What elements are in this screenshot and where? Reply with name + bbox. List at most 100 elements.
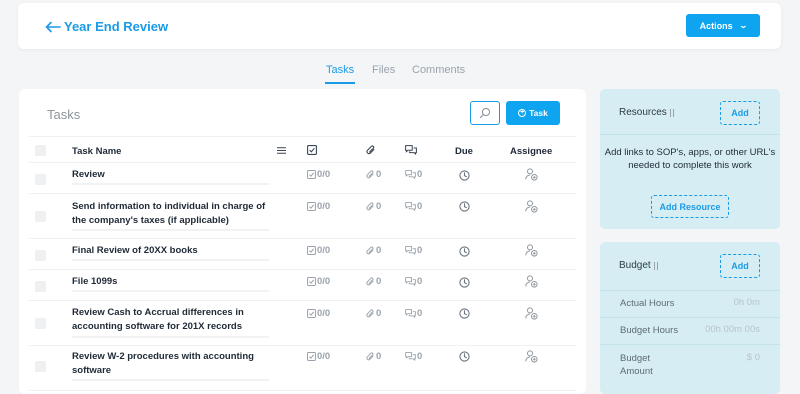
budget-amount-label: Budget Amount	[620, 353, 653, 377]
paperclip-icon	[366, 201, 374, 210]
column-assignee: Assignee	[510, 146, 553, 157]
attachment-count: 0	[366, 276, 381, 287]
plus-circle-icon: +	[518, 109, 527, 117]
task-progress-track	[72, 290, 269, 292]
row-checkbox[interactable]	[35, 211, 46, 222]
assign-user-icon[interactable]	[525, 350, 538, 363]
task-name[interactable]: Send information to individual in charge…	[72, 200, 277, 228]
add-resource-button[interactable]: Add Resource	[651, 195, 729, 218]
comments-icon	[405, 309, 416, 318]
task-progress-track	[72, 336, 269, 338]
table-row[interactable]: Review 0/0 0 0	[29, 163, 576, 194]
task-progress-track	[72, 379, 269, 381]
assign-user-icon[interactable]	[525, 307, 538, 320]
divider	[600, 317, 780, 318]
select-all-checkbox[interactable]	[35, 145, 46, 156]
paperclip-icon	[366, 245, 374, 254]
checklist-count: 0/0	[307, 276, 330, 287]
task-name[interactable]: File 1099s	[72, 275, 277, 289]
tasks-panel: Tasks + Task Task Name Due Assignee Revi…	[19, 89, 586, 394]
task-name[interactable]: Review Cash to Accrual differences in ac…	[72, 306, 277, 334]
comments-icon	[405, 277, 416, 286]
comment-count: 0	[405, 276, 422, 287]
clock-icon[interactable]	[459, 277, 470, 288]
tasks-table: Task Name Due Assignee Review 0/0 0 0 Se…	[29, 136, 576, 391]
assign-user-icon[interactable]	[525, 275, 538, 288]
tab-comments[interactable]: Comments	[412, 64, 465, 76]
divider	[600, 134, 780, 135]
arrow-left-icon	[45, 21, 61, 32]
menu-lines-icon[interactable]	[277, 147, 286, 154]
add-task-button[interactable]: + Task	[506, 101, 560, 125]
search-button[interactable]	[470, 101, 500, 125]
add-budget-button[interactable]: Add	[720, 254, 760, 278]
checklist-icon	[307, 246, 316, 255]
page-title: Year End Review	[64, 19, 169, 34]
checklist-count: 0/0	[307, 201, 330, 212]
comments-icon	[405, 246, 416, 255]
comment-count: 0	[405, 201, 422, 212]
add-resource-top-button[interactable]: Add	[720, 101, 760, 125]
checklist-icon	[307, 145, 317, 155]
tab-tasks[interactable]: Tasks	[324, 64, 356, 84]
clock-icon[interactable]	[459, 351, 470, 362]
task-name[interactable]: Review	[72, 168, 277, 182]
checklist-count: 0/0	[307, 351, 330, 362]
back-link[interactable]: Year End Review	[45, 19, 168, 34]
task-progress-track	[72, 183, 269, 185]
clock-icon[interactable]	[459, 308, 470, 319]
attachment-count: 0	[366, 245, 381, 256]
paperclip-icon	[366, 308, 374, 317]
attachment-count: 0	[366, 169, 381, 180]
budget-title: Budget	[619, 260, 658, 271]
actions-button[interactable]: Actions ⌄	[686, 14, 760, 37]
add-task-label: Task	[529, 108, 548, 118]
paperclip-icon	[366, 145, 375, 155]
row-checkbox[interactable]	[35, 318, 46, 329]
info-icon	[669, 108, 674, 117]
resources-panel: Resources Add Add links to SOP's, apps, …	[600, 89, 780, 229]
task-name[interactable]: Review W-2 procedures with accounting so…	[72, 350, 277, 378]
checklist-icon	[307, 202, 316, 211]
budget-amount-value: $ 0	[746, 352, 760, 363]
table-row[interactable]: Review Cash to Accrual differences in ac…	[29, 301, 576, 346]
comment-count: 0	[405, 351, 422, 362]
clock-icon[interactable]	[459, 170, 470, 181]
task-name[interactable]: Final Review of 20XX books	[72, 244, 277, 258]
comment-count: 0	[405, 308, 422, 319]
checklist-icon	[307, 309, 316, 318]
comments-icon	[405, 202, 416, 211]
column-due: Due	[455, 146, 473, 157]
table-header: Task Name Due Assignee	[29, 136, 576, 163]
assign-user-icon[interactable]	[525, 244, 538, 257]
clock-icon[interactable]	[459, 246, 470, 257]
row-checkbox[interactable]	[35, 361, 46, 372]
budget-hours-value: 00h 00m 00s	[705, 324, 760, 335]
table-row[interactable]: Review W-2 procedures with accounting so…	[29, 346, 576, 391]
table-row[interactable]: Final Review of 20XX books 0/0 0 0	[29, 239, 576, 270]
row-checkbox[interactable]	[35, 281, 46, 292]
tab-files[interactable]: Files	[372, 64, 395, 76]
comments-icon	[405, 352, 416, 361]
clock-icon[interactable]	[459, 201, 470, 212]
paperclip-icon	[366, 351, 374, 360]
row-checkbox[interactable]	[35, 174, 46, 185]
table-row[interactable]: Send information to individual in charge…	[29, 194, 576, 239]
assign-user-icon[interactable]	[525, 200, 538, 213]
assign-user-icon[interactable]	[525, 168, 538, 181]
attachment-count: 0	[366, 201, 381, 212]
tab-bar: Tasks Files Comments	[0, 64, 800, 86]
budget-hours-label: Budget Hours	[620, 325, 679, 336]
actual-hours-label: Actual Hours	[620, 298, 675, 309]
tasks-panel-title: Tasks	[47, 107, 81, 122]
checklist-icon	[307, 277, 316, 286]
resources-title: Resources	[619, 107, 674, 118]
table-row[interactable]: File 1099s 0/0 0 0	[29, 270, 576, 301]
paperclip-icon	[366, 276, 374, 285]
column-task-name: Task Name	[72, 146, 122, 157]
budget-panel: Budget Add Actual Hours 0h 0m Budget Hou…	[600, 242, 780, 394]
comment-count: 0	[405, 169, 422, 180]
actions-label: Actions	[699, 20, 733, 31]
checklist-count: 0/0	[307, 308, 330, 319]
row-checkbox[interactable]	[35, 250, 46, 261]
